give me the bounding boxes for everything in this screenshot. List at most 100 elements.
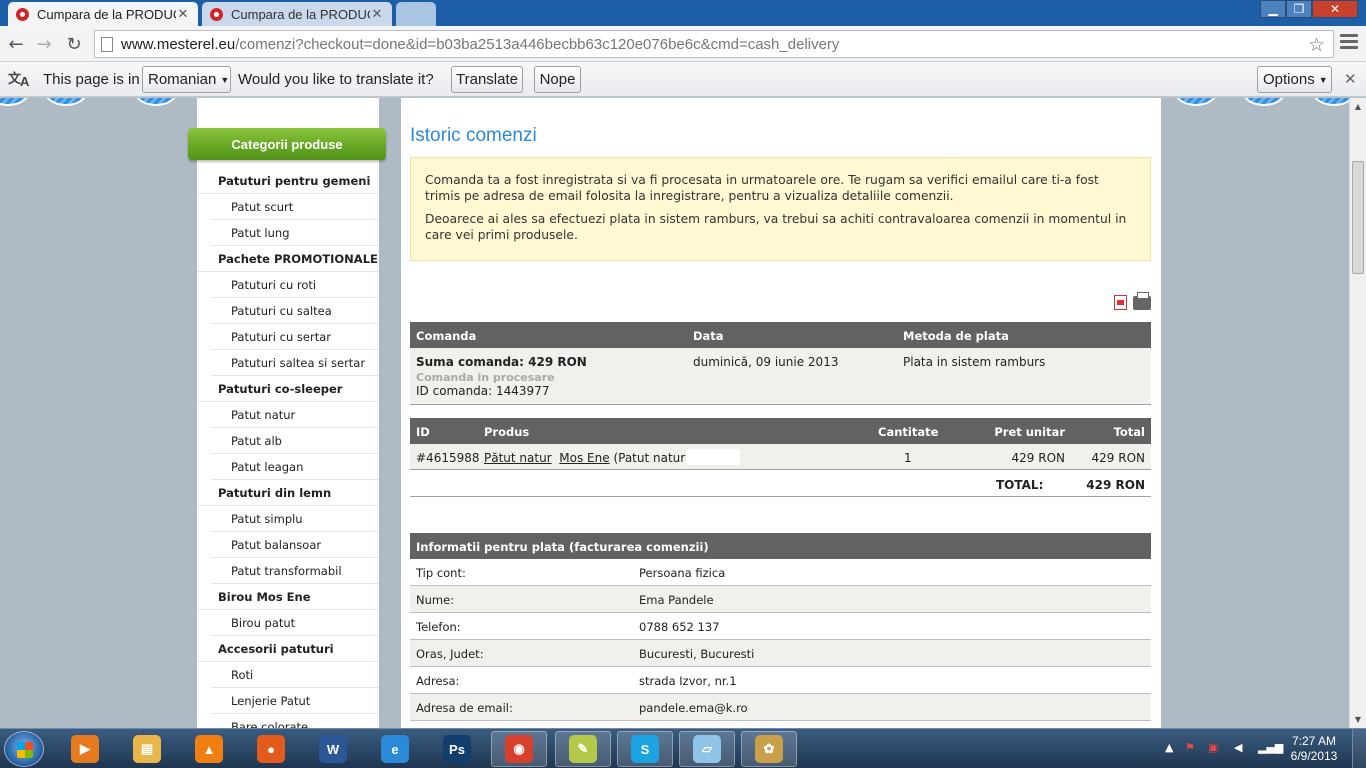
vertical-scrollbar[interactable]: ▲ ▼	[1349, 98, 1366, 728]
tab-strip: Cumpara de la PRODUCATOR ✕ Cumpara de la…	[0, 0, 1366, 26]
word-icon: W	[319, 735, 347, 763]
column-header: Pret unitar	[994, 425, 1065, 439]
media-player-icon: ▶	[71, 735, 99, 763]
category-item[interactable]: Lenjerie Patut	[211, 688, 379, 714]
total-value: 429 RON	[1086, 478, 1145, 492]
site-favicon-icon	[16, 7, 29, 21]
table-row: Telefon: 0788 652 137	[410, 613, 1151, 640]
taskbar-app-button[interactable]: ✎	[555, 731, 611, 767]
category-item[interactable]: Patut balansoar	[211, 532, 379, 558]
nope-button[interactable]: Nope	[534, 66, 581, 93]
new-tab-button[interactable]	[396, 2, 436, 26]
options-button[interactable]: Options ▼	[1257, 66, 1332, 93]
category-item[interactable]: Roti	[211, 662, 379, 688]
column-header: ID	[416, 425, 430, 439]
order-table: Comanda Data Metoda de plata Suma comand…	[410, 322, 1151, 405]
category-item[interactable]: Patut transformabil	[211, 558, 379, 584]
tray-expand-icon[interactable]: ▲	[1165, 741, 1179, 755]
address-bar[interactable]: www.mesterel.eu /comenzi?checkout=done&i…	[94, 30, 1334, 58]
print-icon[interactable]	[1133, 292, 1151, 310]
category-item[interactable]: Patut alb	[211, 428, 379, 454]
taskbar-app-button[interactable]: ◉	[491, 731, 547, 767]
category-group[interactable]: Pachete PROMOTIONALE	[197, 246, 379, 272]
taskbar-app-button[interactable]: Ps	[429, 731, 485, 767]
category-group[interactable]: Accesorii patuturi	[197, 636, 379, 662]
action-center-icon[interactable]: ⚑	[1185, 741, 1199, 755]
start-button[interactable]	[4, 731, 44, 767]
decoration-bubble	[0, 98, 30, 106]
back-arrow-icon[interactable]: ←	[4, 32, 28, 56]
tab-inactive[interactable]: Cumpara de la PRODUCATOR ✕	[202, 2, 392, 26]
redacted-box	[686, 449, 740, 465]
table-row: Adresa: strada Izvor, nr.1	[410, 667, 1151, 694]
security-icon[interactable]: ▣	[1208, 741, 1222, 755]
category-item[interactable]: Patuturi saltea si sertar	[211, 350, 379, 376]
volume-icon[interactable]: ◀	[1234, 741, 1248, 755]
taskbar-app-button[interactable]: e	[367, 731, 423, 767]
column-header: Produs	[484, 425, 530, 439]
category-item[interactable]: Bare colorate	[211, 714, 379, 729]
category-group[interactable]: Patuturi din lemn	[197, 480, 379, 506]
taskbar-app-button[interactable]: ▱	[679, 731, 735, 767]
show-desktop-button[interactable]	[1352, 729, 1366, 768]
category-item[interactable]: Patuturi cu sertar	[211, 324, 379, 350]
scroll-down-icon[interactable]: ▼	[1350, 711, 1366, 728]
category-sidebar: Categorii produse Patuturi pentru gemeni…	[188, 98, 386, 729]
translate-button[interactable]: Translate	[451, 66, 523, 93]
taskbar-app-button[interactable]: S	[617, 731, 673, 767]
internet-explorer-icon: e	[381, 735, 409, 763]
category-item[interactable]: Patut natur	[211, 402, 379, 428]
category-item[interactable]: Patut lung	[211, 220, 379, 246]
category-item[interactable]: Patuturi cu roti	[211, 272, 379, 298]
taskbar-app-button[interactable]: ▶	[57, 731, 113, 767]
column-header: Total	[1113, 425, 1145, 439]
scrollbar-thumb[interactable]	[1352, 161, 1364, 274]
maximize-button[interactable]: ❐	[1286, 0, 1312, 18]
language-select[interactable]: Romanian ▼	[142, 66, 231, 93]
unit-price: 429 RON	[1011, 451, 1065, 465]
tab-close-icon[interactable]: ✕	[370, 6, 384, 22]
category-item[interactable]: Patuturi cu saltea	[211, 298, 379, 324]
product-link[interactable]: Pătut natur	[484, 451, 552, 465]
system-clock[interactable]: 7:27 AM 6/9/2013	[1282, 734, 1346, 764]
bookmark-star-icon[interactable]: ☆	[1308, 34, 1325, 57]
billing-value: 0788 652 137	[639, 620, 720, 634]
menu-icon[interactable]	[1340, 34, 1358, 52]
scroll-up-icon[interactable]: ▲	[1350, 98, 1366, 115]
taskbar-app-button[interactable]: ✿	[741, 731, 797, 767]
tab-active[interactable]: Cumpara de la PRODUCATOR ✕	[8, 2, 198, 26]
billing-value: Ema Pandele	[639, 593, 714, 607]
category-item[interactable]: Patut leagan	[211, 454, 379, 480]
order-date: duminică, 09 iunie 2013	[693, 355, 839, 369]
reload-icon[interactable]: ↻	[62, 32, 86, 56]
taskbar-app-button[interactable]: ▤	[119, 731, 175, 767]
column-header: Metoda de plata	[903, 329, 1009, 343]
product-table: ID Produs Cantitate Pret unitar Total #4…	[410, 418, 1151, 497]
file-explorer-icon: ▤	[133, 735, 161, 763]
close-icon[interactable]: ✕	[1344, 70, 1357, 88]
category-item[interactable]: Patut simplu	[211, 506, 379, 532]
category-item[interactable]: Patut scurt	[211, 194, 379, 220]
taskbar-app-button[interactable]: W	[305, 731, 361, 767]
close-window-button[interactable]: ✕	[1312, 0, 1358, 18]
network-icon[interactable]: ▂▄▆	[1258, 741, 1283, 755]
table-row: Adresa de email: pandele.ema@k.ro	[410, 694, 1151, 721]
product-variant: (Patut natur)	[613, 451, 690, 465]
translate-infobar: 文A This page is in Romanian ▼ Would you …	[0, 62, 1366, 97]
brand-link[interactable]: Mos Ene	[559, 451, 609, 465]
forward-arrow-icon[interactable]: →	[32, 32, 56, 56]
pdf-icon[interactable]	[1114, 295, 1127, 310]
table-header: Comanda Data Metoda de plata	[410, 322, 1151, 348]
taskbar-app-button[interactable]: ▲	[181, 731, 237, 767]
photoshop-icon: Ps	[443, 735, 471, 763]
tab-close-icon[interactable]: ✕	[176, 6, 190, 22]
category-group[interactable]: Birou Mos Ene	[197, 584, 379, 610]
category-item[interactable]: Birou patut	[211, 610, 379, 636]
minimize-button[interactable]: ▁	[1260, 0, 1286, 18]
category-group[interactable]: Patuturi pentru gemeni	[197, 168, 379, 194]
taskbar-app-button[interactable]: ●	[243, 731, 299, 767]
clock-date: 6/9/2013	[1290, 749, 1338, 763]
system-tray: ▲ ⚑ ▣ ◀ ▂▄▆	[1160, 729, 1283, 768]
category-group[interactable]: Patuturi co-sleeper	[197, 376, 379, 402]
billing-label: Tip cont:	[416, 566, 466, 580]
